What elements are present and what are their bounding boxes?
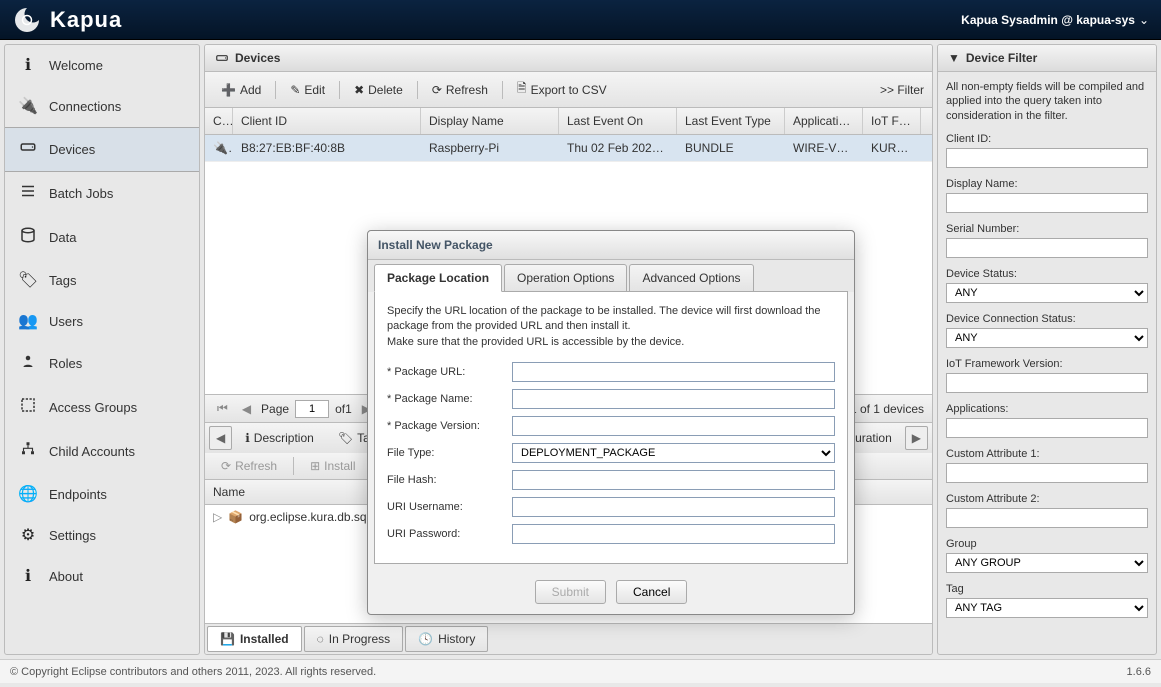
- package-version-label: * Package Version:: [387, 420, 512, 432]
- tab-package-location[interactable]: Package Location: [374, 264, 502, 292]
- uri-username-input[interactable]: [512, 497, 835, 517]
- dialog-tabs: Package Location Operation Options Advan…: [368, 260, 854, 292]
- uri-username-label: URI Username:: [387, 501, 512, 513]
- chevron-down-icon: ⌄: [1139, 13, 1149, 27]
- dialog-title: Install New Package: [368, 231, 854, 260]
- app-name: Kapua: [50, 7, 122, 33]
- package-url-label: * Package URL:: [387, 366, 512, 378]
- dialog-body: Specify the URL location of the package …: [374, 291, 848, 564]
- uri-password-label: URI Password:: [387, 528, 512, 540]
- tab-advanced-options[interactable]: Advanced Options: [629, 264, 753, 292]
- user-label: Kapua Sysadmin @ kapua-sys: [961, 13, 1135, 27]
- submit-button[interactable]: Submit: [535, 580, 606, 604]
- user-menu[interactable]: Kapua Sysadmin @ kapua-sys ⌄: [961, 13, 1149, 27]
- dialog-help-text: Specify the URL location of the package …: [387, 304, 835, 350]
- package-version-input[interactable]: [512, 416, 835, 436]
- app-header: Kapua Kapua Sysadmin @ kapua-sys ⌄: [0, 0, 1161, 40]
- package-name-label: * Package Name:: [387, 393, 512, 405]
- version-text: 1.6.6: [1127, 666, 1151, 678]
- file-type-label: File Type:: [387, 447, 512, 459]
- install-package-dialog: Install New Package Package Location Ope…: [367, 230, 855, 615]
- dialog-backdrop: Install New Package Package Location Ope…: [0, 40, 1161, 663]
- dialog-button-bar: Submit Cancel: [368, 570, 854, 614]
- kapua-logo-icon: [12, 5, 42, 35]
- copyright-text: © Copyright Eclipse contributors and oth…: [10, 666, 376, 678]
- file-hash-input[interactable]: [512, 470, 835, 490]
- package-name-input[interactable]: [512, 389, 835, 409]
- tab-operation-options[interactable]: Operation Options: [504, 264, 627, 292]
- file-hash-label: File Hash:: [387, 474, 512, 486]
- file-type-select[interactable]: DEPLOYMENT_PACKAGE: [512, 443, 835, 463]
- logo-area: Kapua: [12, 5, 122, 35]
- package-url-input[interactable]: [512, 362, 835, 382]
- cancel-button[interactable]: Cancel: [616, 580, 687, 604]
- uri-password-input[interactable]: [512, 524, 835, 544]
